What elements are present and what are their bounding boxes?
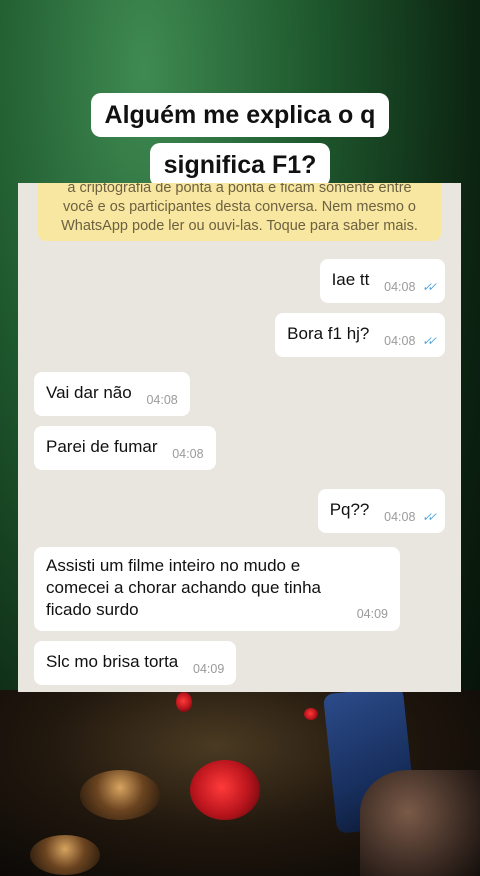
read-receipt-icon: ✓✓ bbox=[421, 280, 435, 294]
message-text: Vai dar não bbox=[46, 383, 132, 402]
message-meta: 04:08 bbox=[146, 389, 177, 411]
petal-decoration bbox=[176, 692, 192, 712]
hand-photo bbox=[360, 770, 480, 876]
message-outgoing[interactable]: Iae tt 04:08 ✓✓ bbox=[319, 259, 445, 303]
message-time: 04:08 bbox=[384, 510, 416, 524]
encryption-notice[interactable]: a criptografia de ponta a ponta e ficam … bbox=[38, 183, 441, 241]
candle-light bbox=[80, 770, 160, 820]
read-receipt-icon: ✓✓ bbox=[421, 510, 435, 524]
message-meta: 04:08 bbox=[172, 443, 203, 465]
message-outgoing[interactable]: Bora f1 hj? 04:08 ✓✓ bbox=[275, 313, 445, 357]
message-meta: 04:08 ✓✓ bbox=[384, 506, 435, 528]
message-meta: 04:08 ✓✓ bbox=[384, 330, 435, 352]
message-text: Iae tt bbox=[331, 270, 370, 289]
message-time: 04:09 bbox=[356, 607, 388, 621]
petal-decoration-2 bbox=[304, 708, 318, 720]
message-text-line-3: ficado surdo bbox=[46, 600, 139, 619]
message-text: Bora f1 hj? bbox=[287, 324, 370, 343]
message-text: Slc mo brisa torta bbox=[46, 652, 179, 671]
message-incoming[interactable]: Vai dar não 04:08 bbox=[34, 372, 190, 416]
candle-light-2 bbox=[30, 835, 100, 875]
message-text: Pq?? bbox=[329, 500, 370, 519]
message-meta: 04:08 ✓✓ bbox=[384, 276, 435, 298]
message-text: Parei de fumar bbox=[46, 437, 158, 456]
encryption-notice-line-1: a criptografia de ponta a ponta e ficam … bbox=[67, 183, 412, 196]
encryption-notice-line-3: WhatsApp pode ler ou ouvi-las. Toque par… bbox=[61, 218, 418, 234]
message-meta: 04:09 bbox=[193, 658, 224, 680]
message-text-line-2: comecei a chorar achando que tinha bbox=[46, 578, 322, 597]
message-time: 04:08 bbox=[146, 393, 178, 407]
message-incoming[interactable]: Parei de fumar 04:08 bbox=[34, 426, 216, 470]
caption-line-2: significa F1? bbox=[149, 143, 331, 187]
message-incoming[interactable]: Assisti um filme inteiro no mudo e comec… bbox=[34, 547, 400, 631]
story-caption: Alguém me explica o q significa F1? bbox=[40, 90, 440, 190]
message-time: 04:08 bbox=[172, 447, 204, 461]
chat-screenshot: a criptografia de ponta a ponta e ficam … bbox=[18, 183, 461, 692]
read-receipt-icon: ✓✓ bbox=[421, 334, 435, 348]
message-time: 04:09 bbox=[193, 662, 225, 676]
message-time: 04:08 bbox=[384, 280, 416, 294]
message-text-line-1: Assisti um filme inteiro no mudo e bbox=[46, 556, 301, 575]
message-outgoing[interactable]: Pq?? 04:08 ✓✓ bbox=[317, 489, 445, 533]
encryption-notice-line-2: você e os participantes desta conversa. … bbox=[63, 199, 416, 215]
message-time: 04:08 bbox=[384, 334, 416, 348]
caption-line-1: Alguém me explica o q bbox=[90, 93, 390, 137]
rose-decoration bbox=[190, 760, 260, 820]
message-incoming[interactable]: Slc mo brisa torta 04:09 bbox=[34, 641, 237, 685]
